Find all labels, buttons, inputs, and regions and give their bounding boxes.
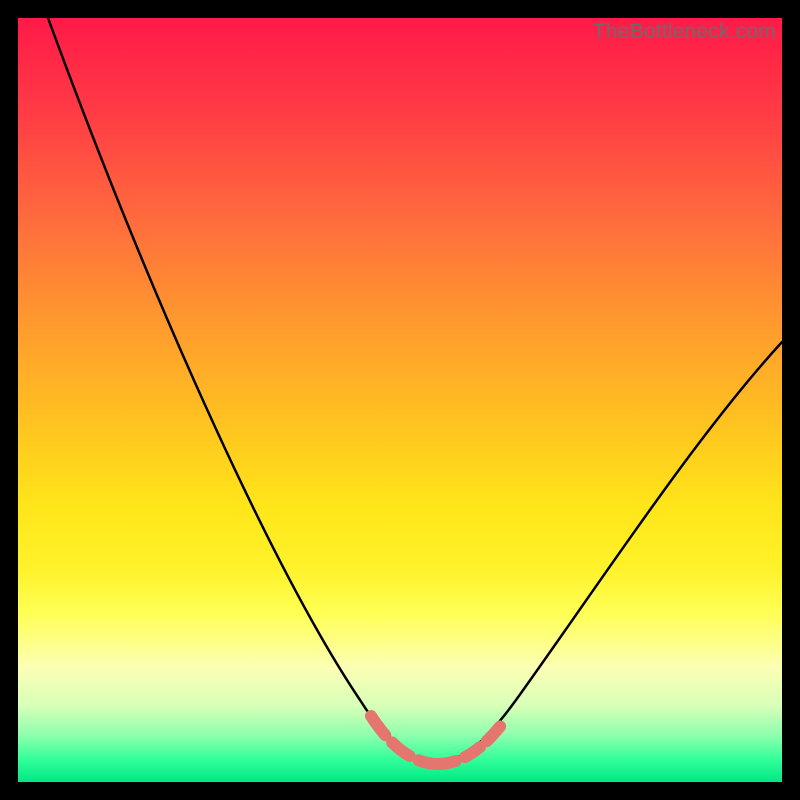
bottleneck-curve: [48, 18, 782, 762]
watermark-text: TheBottleneck.com: [593, 20, 776, 44]
curve-layer: [18, 18, 782, 782]
plot-area: TheBottleneck.com: [18, 18, 782, 782]
chart-frame: TheBottleneck.com: [0, 0, 800, 800]
marker-band: [371, 716, 508, 764]
